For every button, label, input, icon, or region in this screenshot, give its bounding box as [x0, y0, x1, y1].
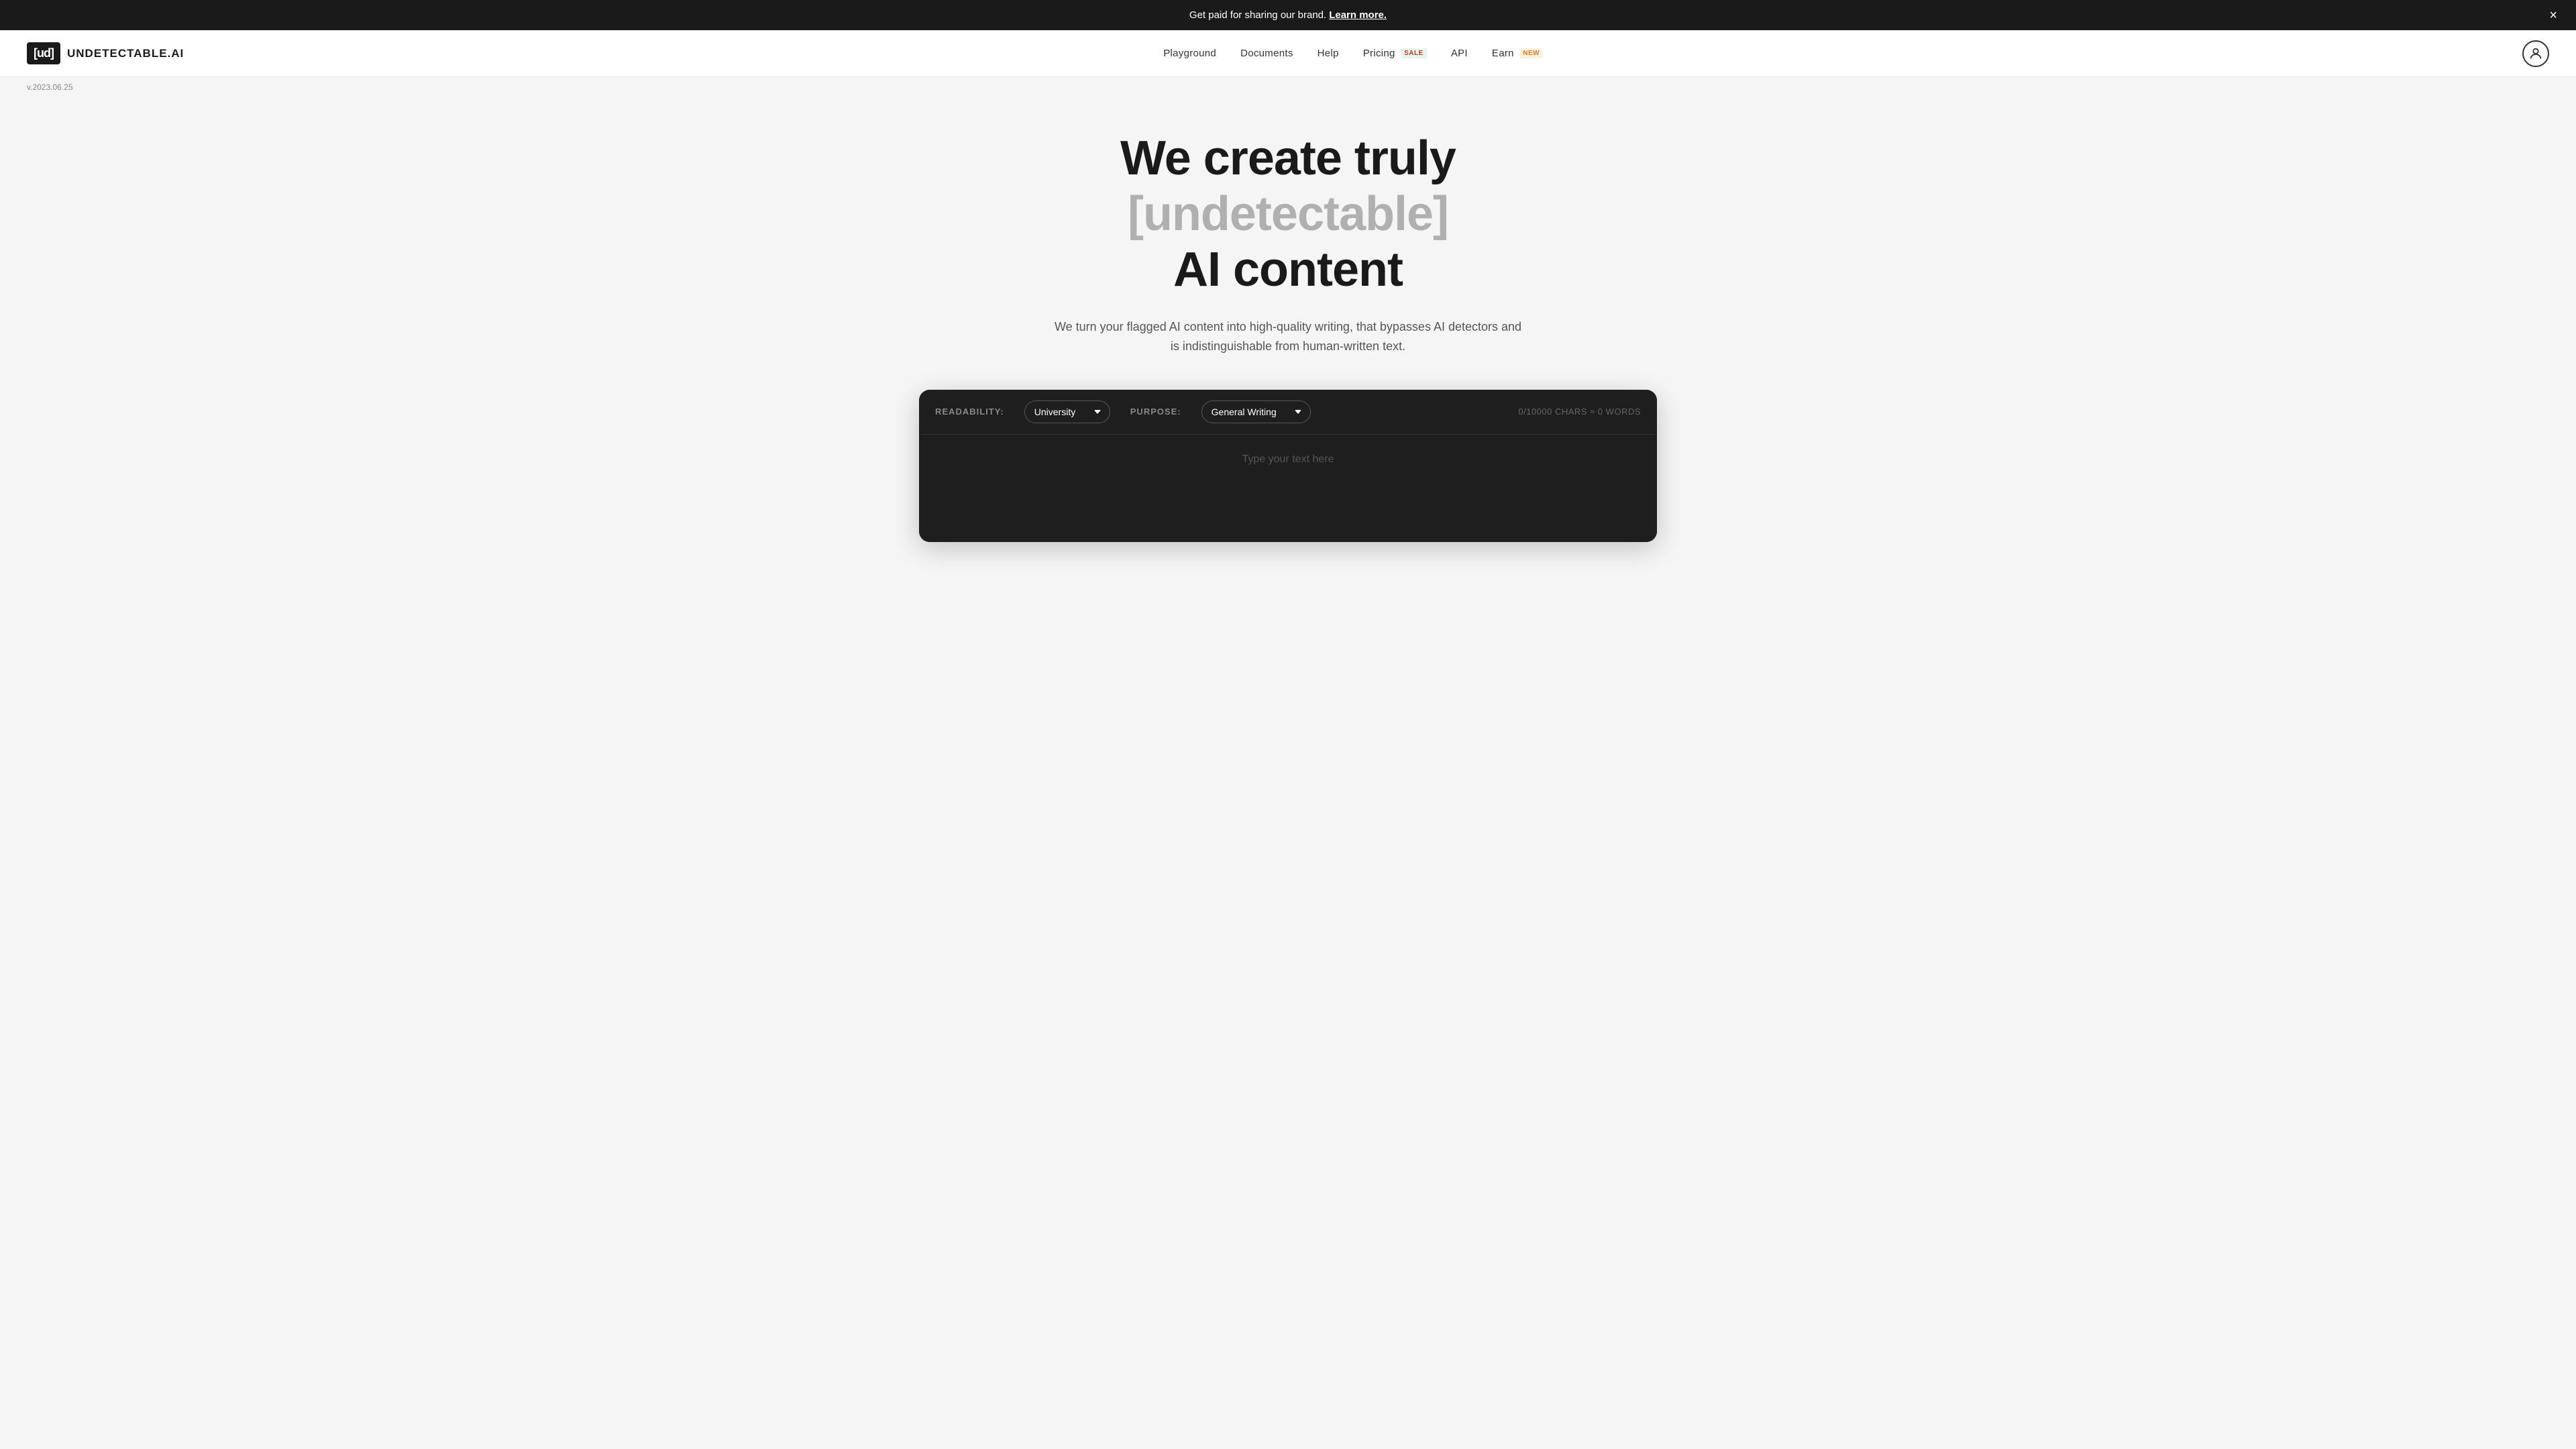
- nav-label-help: Help: [1318, 48, 1339, 59]
- editor-placeholder: Type your text here: [1242, 453, 1334, 465]
- hero-line3: AI content: [1173, 243, 1403, 297]
- nav-label-playground: Playground: [1163, 48, 1216, 59]
- readability-label: READABILITY:: [935, 407, 1004, 417]
- announcement-banner: Get paid for sharing our brand. Learn mo…: [0, 0, 2576, 30]
- nav-link-playground[interactable]: Playground: [1163, 48, 1216, 59]
- new-badge: NEW: [1519, 48, 1543, 58]
- nav-links: Playground Documents Help Pricing SALE A…: [1163, 48, 1543, 60]
- nav-label-pricing: Pricing: [1363, 48, 1395, 59]
- hero-line2: [undetectable]: [1128, 187, 1448, 241]
- logo-text: UNDETECTABLE.AI: [67, 47, 184, 60]
- nav-item-earn: Earn NEW: [1492, 48, 1543, 60]
- avatar-button[interactable]: [2522, 40, 2549, 67]
- hero-subtitle: We turn your flagged AI content into hig…: [1053, 317, 1523, 356]
- nav-label-earn: Earn: [1492, 48, 1514, 59]
- user-icon: [2528, 46, 2543, 61]
- banner-close-button[interactable]: ×: [2544, 6, 2563, 25]
- char-counter: 0/10000 CHARS ≈ 0 WORDS: [1518, 407, 1641, 417]
- nav-link-earn[interactable]: Earn NEW: [1492, 48, 1543, 59]
- editor-toolbar: READABILITY: High School University Doct…: [919, 390, 1657, 435]
- nav-label-api: API: [1451, 48, 1468, 59]
- nav-link-api[interactable]: API: [1451, 48, 1468, 59]
- logo[interactable]: [ud] UNDETECTABLE.AI: [27, 42, 184, 64]
- editor-body[interactable]: Type your text here: [919, 435, 1657, 542]
- purpose-select[interactable]: General Writing Essay Article Marketing …: [1201, 400, 1311, 423]
- version-tag: v.2023.06.25: [0, 77, 2576, 97]
- nav-link-pricing[interactable]: Pricing SALE: [1363, 48, 1427, 59]
- hero-line1: We create truly: [1120, 131, 1456, 185]
- nav-link-documents[interactable]: Documents: [1240, 48, 1293, 59]
- logo-bracket: [ud]: [27, 42, 60, 64]
- nav-item-playground: Playground: [1163, 48, 1216, 60]
- readability-group: High School University Doctorate Journal…: [1024, 400, 1110, 423]
- hero-title: We create truly [undetectable] AI conten…: [13, 131, 2563, 297]
- navbar: [ud] UNDETECTABLE.AI Playground Document…: [0, 30, 2576, 77]
- nav-item-help: Help: [1318, 48, 1339, 60]
- banner-text: Get paid for sharing our brand.: [1189, 9, 1326, 21]
- nav-right: [2522, 40, 2549, 67]
- nav-item-api: API: [1451, 48, 1468, 60]
- purpose-label: PURPOSE:: [1130, 407, 1181, 417]
- sale-badge: SALE: [1401, 48, 1427, 58]
- purpose-group: General Writing Essay Article Marketing …: [1201, 400, 1311, 423]
- nav-label-documents: Documents: [1240, 48, 1293, 59]
- editor-card: READABILITY: High School University Doct…: [919, 390, 1657, 542]
- version-text: v.2023.06.25: [27, 83, 73, 92]
- hero-section: We create truly [undetectable] AI conten…: [0, 97, 2576, 569]
- nav-item-documents: Documents: [1240, 48, 1293, 60]
- readability-select[interactable]: High School University Doctorate Journal…: [1024, 400, 1110, 423]
- nav-link-help[interactable]: Help: [1318, 48, 1339, 59]
- banner-link[interactable]: Learn more.: [1329, 9, 1387, 21]
- nav-item-pricing: Pricing SALE: [1363, 48, 1427, 60]
